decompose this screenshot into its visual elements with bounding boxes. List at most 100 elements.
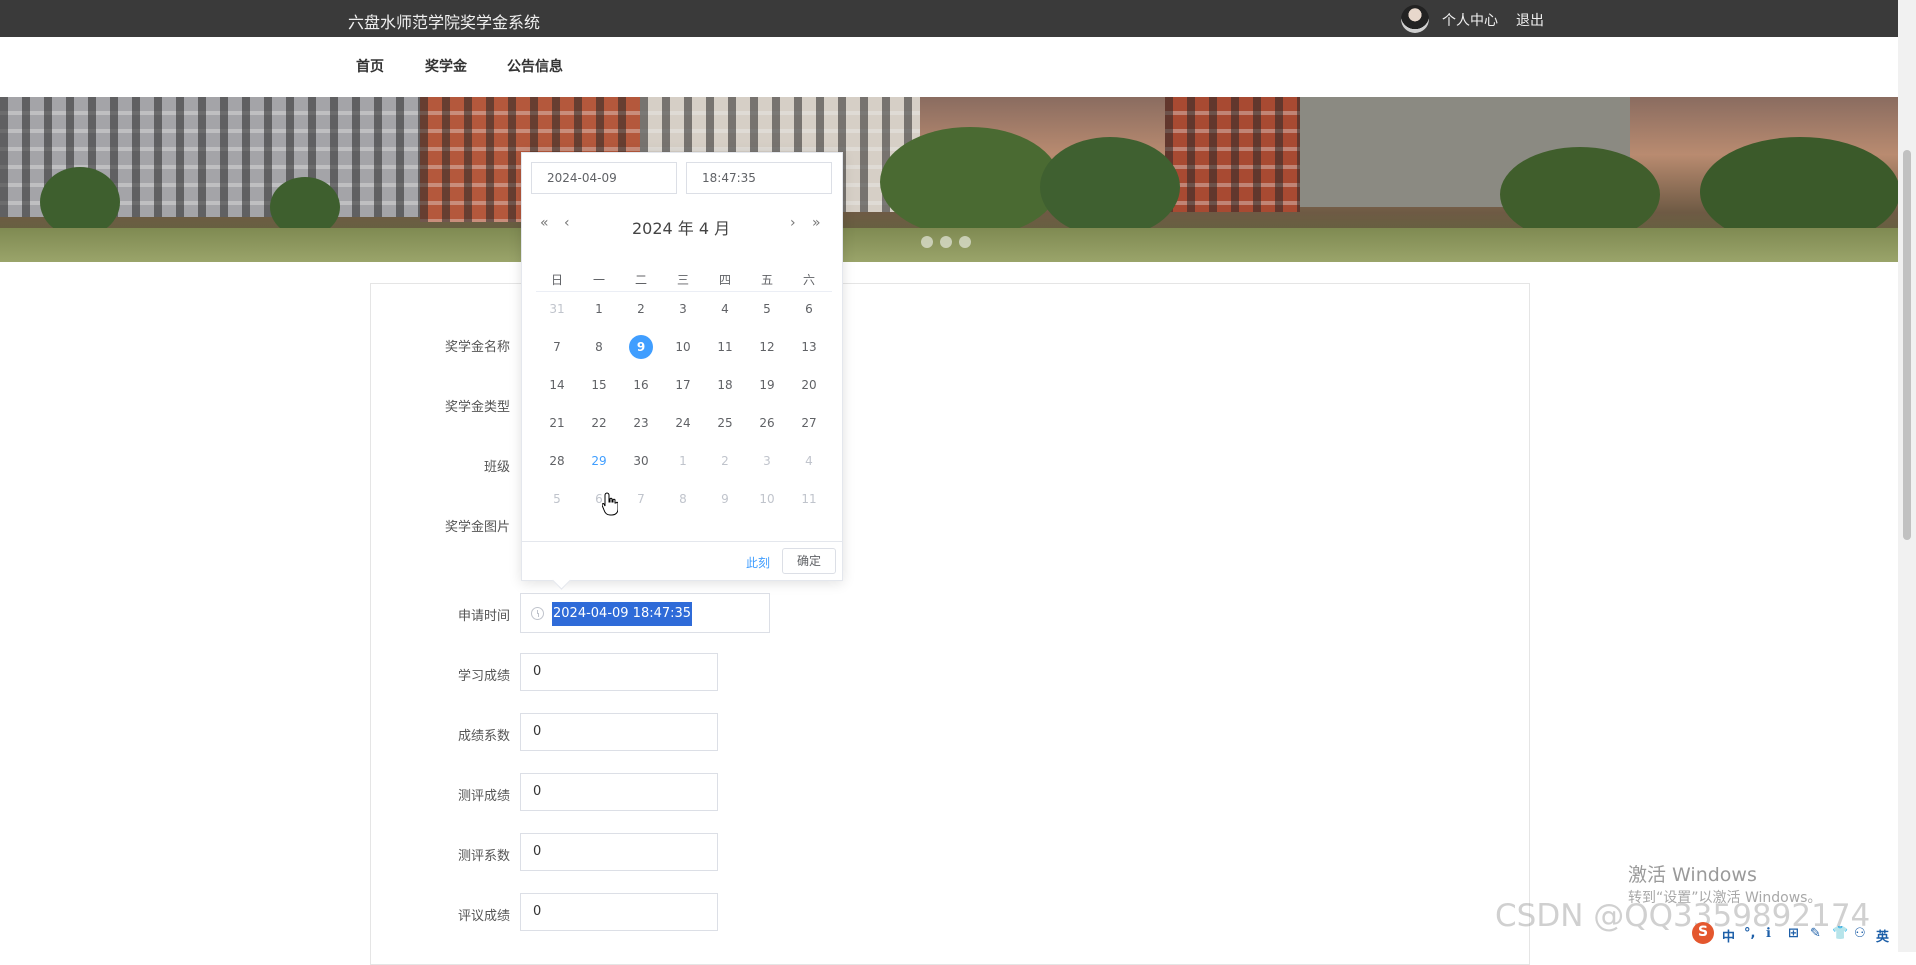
picker-day[interactable]: 12 [748, 335, 786, 359]
now-button[interactable]: 此刻 [746, 554, 770, 571]
carousel-dot[interactable] [921, 236, 933, 248]
picker-day[interactable]: 15 [580, 373, 618, 397]
confirm-button[interactable]: 确定 [782, 548, 836, 574]
picker-day[interactable]: 6 [790, 297, 828, 321]
picker-footer: 此刻 确定 [522, 541, 842, 580]
picker-day[interactable]: 8 [664, 487, 702, 511]
picker-day[interactable]: 1 [664, 449, 702, 473]
tray-item-icon[interactable]: 中 [1722, 926, 1735, 945]
carousel-dot[interactable] [940, 236, 952, 248]
picker-day[interactable]: 7 [622, 487, 660, 511]
picker-day[interactable]: 30 [622, 449, 660, 473]
picker-day[interactable]: 4 [706, 297, 744, 321]
picker-day[interactable]: 7 [538, 335, 576, 359]
picker-day[interactable]: 31 [538, 297, 576, 321]
picker-weekdays: 日一二三四五六 [536, 265, 832, 292]
picker-day[interactable]: 5 [538, 487, 576, 511]
picker-day[interactable]: 4 [790, 449, 828, 473]
picker-day[interactable]: 11 [790, 487, 828, 511]
user-avatar[interactable] [1401, 5, 1429, 33]
picker-day[interactable]: 8 [580, 335, 618, 359]
datetime-picker: 2024-04-09 18:47:35 « ‹ 2024 年 4 月 › » 日… [521, 152, 843, 590]
clock-icon [531, 607, 544, 620]
ime-logo-icon[interactable] [1692, 922, 1714, 944]
next-year-button[interactable]: » [812, 215, 821, 231]
score-coefficient-input[interactable]: 0 [520, 713, 718, 751]
next-month-button[interactable]: › [790, 215, 796, 231]
banner-tree [880, 127, 1060, 237]
banner-building-right-red [1165, 97, 1300, 212]
picker-day[interactable]: 29 [580, 449, 618, 473]
picker-day[interactable]: 2 [706, 449, 744, 473]
label-scholarship-name: 奖学金名称 [444, 340, 510, 355]
weekday-label: 日 [550, 273, 563, 287]
nav-item-scholarship[interactable]: 奖学金 [425, 56, 467, 76]
weekday-label: 六 [802, 273, 815, 287]
tray-item-icon[interactable]: 👕 [1832, 926, 1848, 941]
picker-day[interactable]: 3 [748, 449, 786, 473]
ime-tray: 中 °, ℹ ⊞ ✎ 👕 ⚇ 英 [1692, 920, 1898, 948]
picker-day[interactable]: 19 [748, 373, 786, 397]
picker-day-selected[interactable]: 9 [622, 335, 660, 359]
picker-day[interactable]: 24 [664, 411, 702, 435]
picker-time-input[interactable]: 18:47:35 [686, 162, 832, 194]
picker-month-title[interactable]: 2024 年 4 月 [632, 215, 730, 239]
logout-link[interactable]: 退出 [1516, 10, 1544, 30]
scrollbar-thumb[interactable] [1903, 150, 1911, 540]
picker-day[interactable]: 26 [748, 411, 786, 435]
prev-year-button[interactable]: « [540, 215, 549, 231]
user-center-link[interactable]: 个人中心 [1442, 10, 1498, 30]
picker-day[interactable]: 20 [790, 373, 828, 397]
picker-day[interactable]: 16 [622, 373, 660, 397]
picker-day[interactable]: 1 [580, 297, 618, 321]
eval-coefficient-input[interactable]: 0 [520, 833, 718, 871]
picker-day[interactable]: 2 [622, 297, 660, 321]
picker-day[interactable]: 25 [706, 411, 744, 435]
picker-date-input[interactable]: 2024-04-09 [531, 162, 677, 194]
weekday-label: 五 [760, 273, 773, 287]
picker-day[interactable]: 22 [580, 411, 618, 435]
picker-day[interactable]: 10 [664, 335, 702, 359]
tray-item-icon[interactable]: 英 [1876, 926, 1889, 945]
picker-day[interactable]: 17 [664, 373, 702, 397]
picker-day[interactable]: 14 [538, 373, 576, 397]
picker-day[interactable]: 3 [664, 297, 702, 321]
apply-time-input[interactable]: 2024-04-09 18:47:35 [520, 593, 770, 633]
picker-day[interactable]: 11 [706, 335, 744, 359]
tray-item-icon[interactable]: ℹ [1766, 926, 1771, 941]
weekday-label: 三 [676, 273, 689, 287]
review-score-input[interactable]: 0 [520, 893, 718, 931]
weekday-label: 一 [592, 273, 605, 287]
picker-day[interactable]: 10 [748, 487, 786, 511]
study-score-input[interactable]: 0 [520, 653, 718, 691]
top-bar: 六盘水师范学院奖学金系统 个人中心 退出 [0, 0, 1898, 37]
picker-header: « ‹ 2024 年 4 月 › » [522, 215, 842, 239]
picker-day[interactable]: 5 [748, 297, 786, 321]
picker-day[interactable]: 9 [706, 487, 744, 511]
picker-day[interactable]: 23 [622, 411, 660, 435]
eval-score-input[interactable]: 0 [520, 773, 718, 811]
tray-item-icon[interactable]: ✎ [1810, 926, 1821, 941]
picker-day[interactable]: 13 [790, 335, 828, 359]
apply-time-value: 2024-04-09 18:47:35 [552, 602, 693, 626]
picker-day[interactable]: 27 [790, 411, 828, 435]
label-eval-coefficient: 测评系数 [457, 849, 510, 864]
picker-day[interactable]: 21 [538, 411, 576, 435]
nav-item-home[interactable]: 首页 [356, 56, 384, 76]
picker-day[interactable]: 18 [706, 373, 744, 397]
carousel-dot[interactable] [959, 236, 971, 248]
tray-item-icon[interactable]: ⊞ [1788, 926, 1799, 941]
tray-item-icon[interactable]: °, [1744, 926, 1755, 941]
tray-item-icon[interactable]: ⚇ [1854, 926, 1866, 941]
hand-cursor-icon [602, 492, 618, 516]
prev-month-button[interactable]: ‹ [564, 215, 570, 231]
label-class: 班级 [483, 460, 510, 475]
weekday-label: 四 [718, 273, 731, 287]
label-apply-time: 申请时间 [457, 609, 510, 624]
label-scholarship-type: 奖学金类型 [444, 400, 510, 415]
nav-item-notice[interactable]: 公告信息 [507, 56, 563, 76]
label-review-score: 评议成绩 [457, 909, 510, 924]
label-score-coefficient: 成绩系数 [457, 729, 510, 744]
label-study-score: 学习成绩 [457, 669, 510, 684]
picker-day[interactable]: 28 [538, 449, 576, 473]
